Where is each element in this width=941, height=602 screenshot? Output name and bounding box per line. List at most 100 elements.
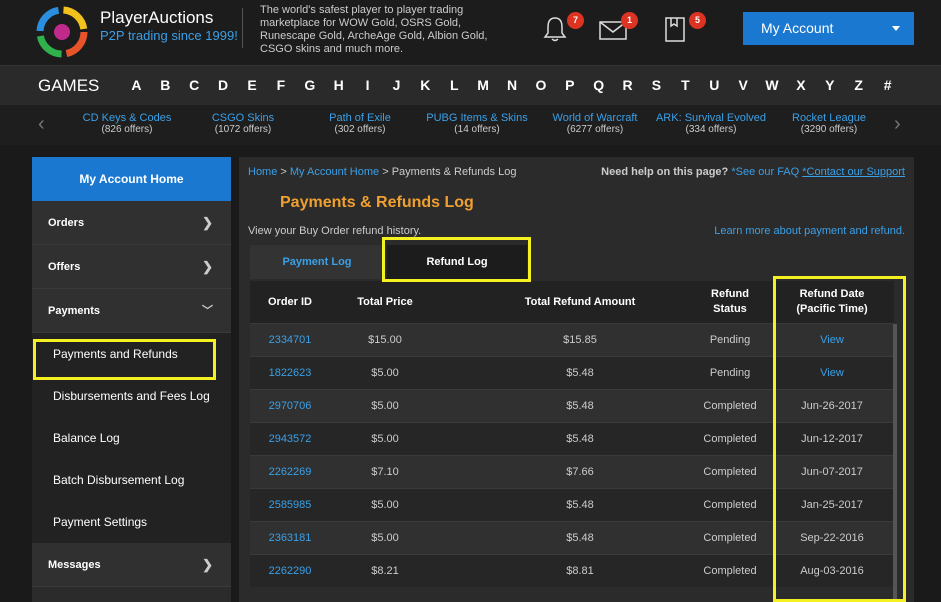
column-header-line: Refund — [711, 288, 749, 300]
sidebar-subitem-disbursements-and-fees-log[interactable]: Disbursements and Fees Log — [32, 375, 231, 417]
brand-name[interactable]: PlayerAuctions — [100, 8, 213, 28]
order-id-link[interactable]: 2943572 — [250, 423, 330, 456]
games-alphabet-bar: GAMES A B C D E F G H I J K L M N O P Q … — [0, 65, 941, 105]
letter-z[interactable]: Z — [844, 77, 873, 93]
letter-q[interactable]: Q — [584, 77, 613, 93]
chevron-left-icon[interactable]: ‹ — [38, 113, 45, 136]
order-id-link[interactable]: 2363181 — [250, 522, 330, 555]
letter-p[interactable]: P — [555, 77, 584, 93]
sidebar-subitem-batch-disbursement-log[interactable]: Batch Disbursement Log — [32, 459, 231, 501]
category-item[interactable]: PUBG Items & Skins (14 offers) — [422, 112, 532, 135]
category-count: (1072 offers) — [214, 124, 272, 135]
letter-c[interactable]: C — [180, 77, 209, 93]
letter-h[interactable]: H — [324, 77, 353, 93]
chevron-right-icon: ❯ — [202, 557, 213, 572]
letter-m[interactable]: M — [469, 77, 498, 93]
chevron-right-icon: ❯ — [202, 215, 213, 230]
highlight-box — [382, 237, 531, 282]
category-carousel: ‹ CD Keys & Codes (826 offers) CSGO Skin… — [0, 105, 941, 145]
total-price-cell: $7.10 — [371, 466, 399, 478]
letter-u[interactable]: U — [700, 77, 729, 93]
category-count: (6277 offers) — [566, 124, 624, 135]
letter-a[interactable]: A — [122, 77, 151, 93]
tab-payment-log[interactable]: Payment Log — [250, 245, 384, 279]
highlight-box — [33, 339, 216, 380]
letter-y[interactable]: Y — [815, 77, 844, 93]
sidebar-item-messages[interactable]: Messages ❯ — [32, 543, 231, 587]
letter-i[interactable]: I — [353, 77, 382, 93]
breadcrumb-current: Payments & Refunds Log — [391, 166, 517, 178]
sidebar-subitem-payment-settings[interactable]: Payment Settings — [32, 501, 231, 543]
sidebar-item-orders[interactable]: Orders ❯ — [32, 201, 231, 245]
category-count: (826 offers) — [101, 124, 153, 135]
category-item[interactable]: ARK: Survival Evolved (334 offers) — [652, 112, 770, 135]
category-name: Path of Exile — [329, 112, 391, 124]
letter-l[interactable]: L — [440, 77, 469, 93]
column-header-line: Status — [713, 303, 747, 315]
site-header: PlayerAuctions P2P trading since 1999! T… — [0, 0, 941, 65]
breadcrumb: Home > My Account Home > Payments & Refu… — [248, 166, 516, 178]
bell-icon[interactable] — [540, 14, 570, 44]
my-account-button[interactable]: My Account — [743, 12, 914, 45]
order-id-link[interactable]: 2262269 — [250, 456, 330, 489]
letter-b[interactable]: B — [151, 77, 180, 93]
column-header-order-id: Order ID — [267, 295, 312, 308]
sidebar-item-label: Orders — [48, 217, 85, 229]
letter-o[interactable]: O — [526, 77, 555, 93]
column-header-total-price: Total Price — [357, 295, 413, 308]
highlight-box — [773, 276, 906, 602]
contact-support-link[interactable]: *Contact our Support — [802, 166, 905, 178]
order-id-link[interactable]: 2334701 — [250, 324, 330, 357]
letter-t[interactable]: T — [671, 77, 700, 93]
category-name: CD Keys & Codes — [82, 112, 172, 124]
letter-hash[interactable]: # — [873, 77, 902, 93]
brand-tagline-short: P2P trading since 1999! — [100, 28, 238, 43]
breadcrumb-home-link[interactable]: Home — [248, 166, 277, 178]
letter-d[interactable]: D — [209, 77, 238, 93]
category-item[interactable]: Rocket League (3290 offers) — [782, 112, 876, 135]
letter-f[interactable]: F — [266, 77, 295, 93]
letter-r[interactable]: R — [613, 77, 642, 93]
order-id-link[interactable]: 2585985 — [250, 489, 330, 522]
category-item[interactable]: CSGO Skins (1072 offers) — [193, 112, 293, 135]
orders-book-icon[interactable] — [660, 14, 690, 44]
faq-link[interactable]: *See our FAQ — [731, 166, 799, 178]
sidebar-item-offers[interactable]: Offers ❯ — [32, 245, 231, 289]
letter-x[interactable]: X — [786, 77, 815, 93]
chevron-down-icon — [892, 26, 900, 31]
chevron-right-icon[interactable]: › — [894, 113, 901, 136]
category-name: ARK: Survival Evolved — [655, 112, 767, 124]
letter-v[interactable]: V — [729, 77, 758, 93]
messages-badge: 1 — [621, 12, 638, 29]
letter-k[interactable]: K — [411, 77, 440, 93]
category-count: (302 offers) — [334, 124, 386, 135]
letter-j[interactable]: J — [382, 77, 411, 93]
order-id-link[interactable]: 2970706 — [250, 390, 330, 423]
letter-e[interactable]: E — [238, 77, 267, 93]
learn-more-link[interactable]: Learn more about payment and refund. — [714, 225, 905, 237]
sidebar-item-my-account-home[interactable]: My Account Home — [32, 157, 231, 201]
sidebar-subitem-balance-log[interactable]: Balance Log — [32, 417, 231, 459]
category-item[interactable]: Path of Exile (302 offers) — [310, 112, 410, 135]
sidebar-item-payments[interactable]: Payments ﹀ — [32, 289, 231, 333]
order-id-link[interactable]: 1822623 — [250, 357, 330, 390]
letter-g[interactable]: G — [295, 77, 324, 93]
games-label[interactable]: GAMES — [38, 76, 99, 96]
category-item[interactable]: World of Warcraft (6277 offers) — [544, 112, 646, 135]
total-price-cell: $15.00 — [368, 334, 402, 346]
total-price-cell: $5.00 — [371, 433, 399, 445]
notifications-badge: 7 — [567, 12, 584, 29]
sidebar-item-label: Offers — [48, 261, 81, 273]
letter-s[interactable]: S — [642, 77, 671, 93]
category-item[interactable]: CD Keys & Codes (826 offers) — [72, 112, 182, 135]
total-price-cell: $5.00 — [371, 367, 399, 379]
letter-n[interactable]: N — [498, 77, 527, 93]
letter-w[interactable]: W — [758, 77, 787, 93]
category-name: CSGO Skins — [211, 112, 275, 124]
breadcrumb-account-link[interactable]: My Account Home — [290, 166, 379, 178]
order-id-link[interactable]: 2262290 — [250, 555, 330, 588]
total-price-cell: $5.00 — [371, 400, 399, 412]
category-name: PUBG Items & Skins — [426, 112, 528, 124]
breadcrumb-separator: > — [379, 166, 392, 178]
playerauctions-logo-icon[interactable] — [36, 6, 88, 58]
